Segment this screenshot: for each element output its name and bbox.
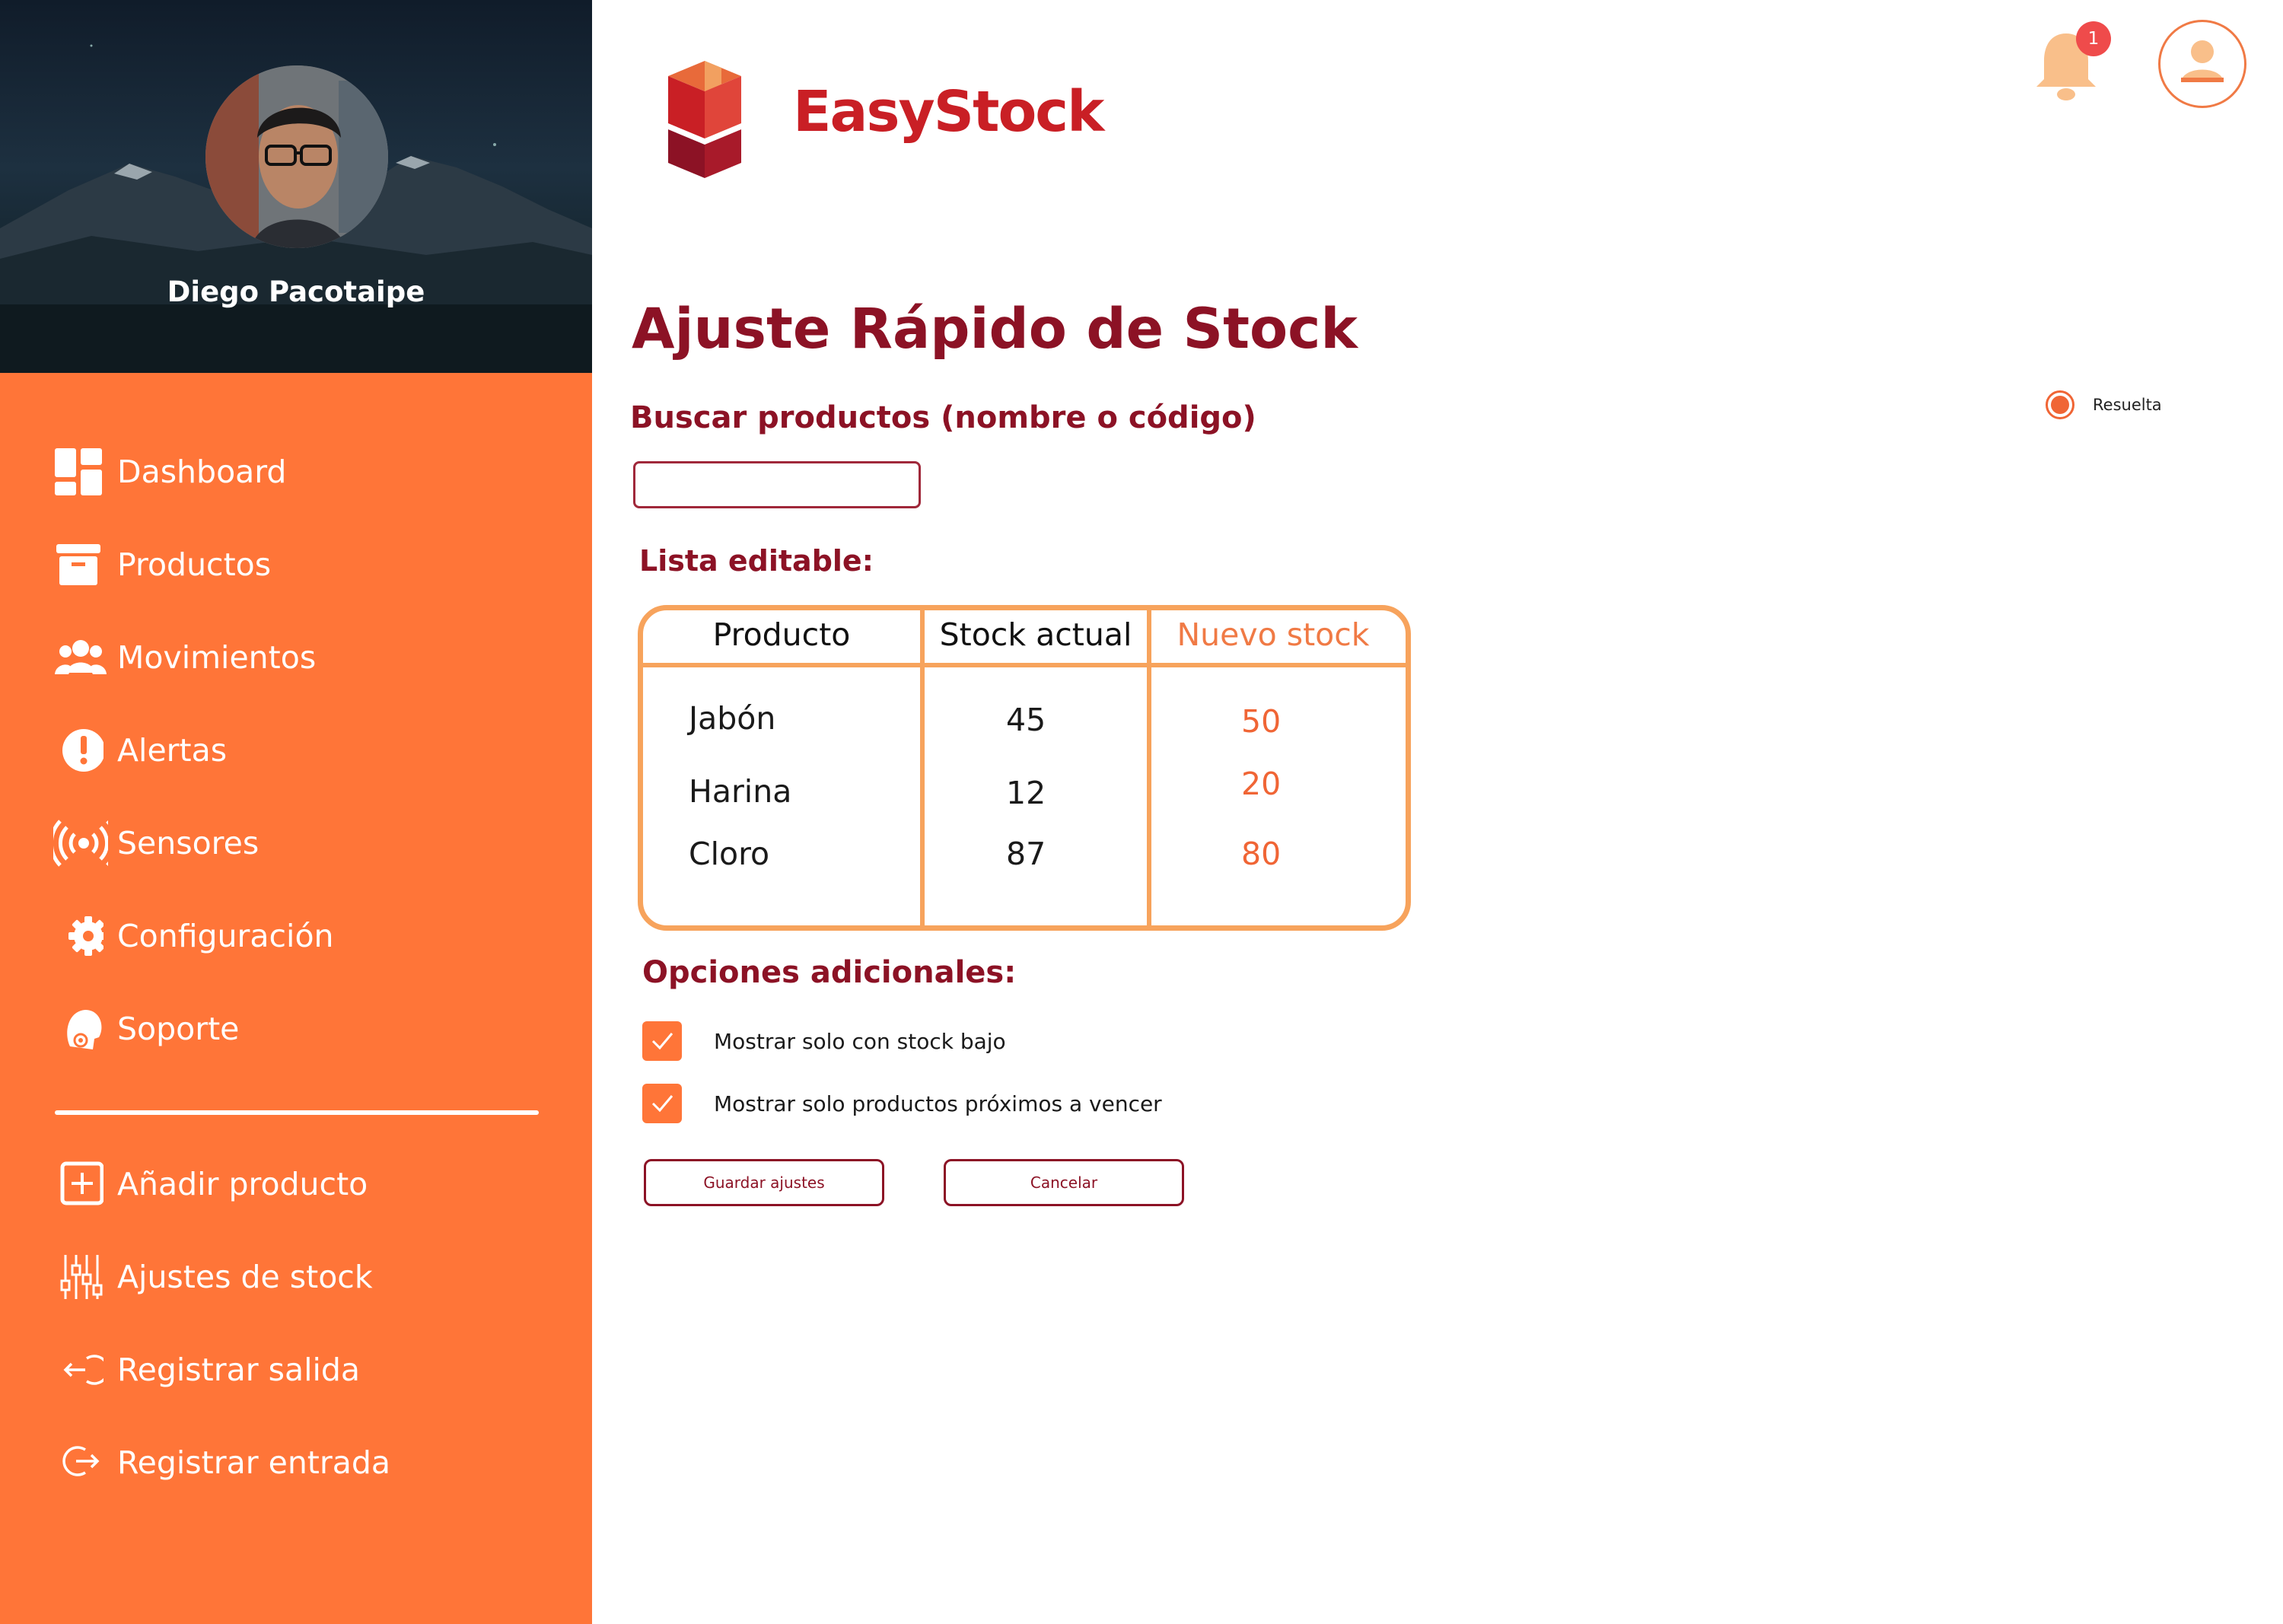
archive-box-icon xyxy=(53,537,108,592)
login-arrow-icon xyxy=(53,1435,108,1490)
table-divider xyxy=(643,663,1406,667)
sidebar-item-configuracion[interactable]: Configuración xyxy=(53,906,334,966)
sidebar-item-anadir-producto[interactable]: Añadir producto xyxy=(53,1154,368,1215)
sidebar-item-productos[interactable]: Productos xyxy=(53,534,271,595)
sidebar-item-label: Sensores xyxy=(117,825,260,861)
sidebar-item-soporte[interactable]: Soporte xyxy=(53,998,239,1059)
sensor-broadcast-icon xyxy=(53,816,108,871)
table-cell-product: Jabón xyxy=(689,700,776,737)
options-label: Opciones adicionales: xyxy=(642,955,1017,990)
add-square-icon xyxy=(53,1157,108,1212)
column-header-nuevo-stock: Nuevo stock xyxy=(1177,616,1370,653)
sidebar-item-label: Productos xyxy=(117,546,272,583)
table-cell-current: 87 xyxy=(1006,836,1046,872)
sidebar-item-label: Configuración xyxy=(117,918,334,954)
table-cell-new-stock[interactable]: 80 xyxy=(1241,836,1281,872)
profile-name: Diego Pacotaipe xyxy=(167,275,425,308)
sidebar-item-movimientos[interactable]: Movimientos xyxy=(53,627,316,688)
status-radio-resuelta[interactable]: Resuelta xyxy=(2046,390,2162,419)
checkbox-label: Mostrar solo con stock bajo xyxy=(714,1028,1006,1054)
table-divider xyxy=(920,610,925,925)
sidebar-item-label: Registrar salida xyxy=(117,1352,361,1388)
save-button[interactable]: Guardar ajustes xyxy=(644,1159,884,1206)
option-proximos-a-vencer[interactable]: Mostrar solo productos próximos a vencer xyxy=(642,1084,1162,1123)
table-cell-current: 12 xyxy=(1006,775,1046,811)
table-cell-new-stock[interactable]: 50 xyxy=(1241,703,1281,740)
sidebar-item-label: Alertas xyxy=(117,732,228,769)
sidebar-item-label: Soporte xyxy=(117,1011,240,1047)
sidebar: Diego Pacotaipe Dashboard Productos Movi… xyxy=(0,0,592,1624)
user-profile-button[interactable] xyxy=(2158,20,2246,108)
radio-label: Resuelta xyxy=(2093,396,2162,414)
user-icon xyxy=(2172,32,2233,96)
table-cell-product: Cloro xyxy=(689,836,770,872)
sidebar-item-label: Registrar entrada xyxy=(117,1444,391,1481)
sliders-icon xyxy=(53,1250,108,1304)
search-input[interactable] xyxy=(633,461,921,508)
list-label: Lista editable: xyxy=(639,544,874,578)
table-cell-current: 45 xyxy=(1006,702,1046,738)
table-cell-new-stock[interactable]: 20 xyxy=(1241,766,1281,802)
profile-header: Diego Pacotaipe xyxy=(0,0,592,373)
check-icon xyxy=(651,1095,673,1113)
avatar[interactable] xyxy=(205,65,388,248)
sidebar-item-label: Ajustes de stock xyxy=(117,1259,373,1295)
stock-table: Producto Stock actual Nuevo stock Jabón … xyxy=(638,605,1411,931)
dashboard-icon xyxy=(53,444,108,499)
sidebar-item-registrar-entrada[interactable]: Registrar entrada xyxy=(53,1432,390,1493)
column-header-producto: Producto xyxy=(712,616,851,653)
option-stock-bajo[interactable]: Mostrar solo con stock bajo xyxy=(642,1021,1006,1061)
gear-icon xyxy=(53,909,108,963)
sidebar-item-label: Dashboard xyxy=(117,454,287,490)
table-cell-product: Harina xyxy=(689,773,792,810)
sidebar-item-ajustes-de-stock[interactable]: Ajustes de stock xyxy=(53,1247,373,1307)
notification-badge: 1 xyxy=(2076,21,2111,56)
support-headset-icon xyxy=(53,1001,108,1056)
checkbox-label: Mostrar solo productos próximos a vencer xyxy=(714,1091,1162,1116)
easystock-logo-icon xyxy=(651,56,756,189)
search-label: Buscar productos (nombre o código) xyxy=(630,400,1256,435)
radio-button[interactable] xyxy=(2046,390,2074,419)
sidebar-item-sensores[interactable]: Sensores xyxy=(53,813,259,874)
sidebar-item-label: Añadir producto xyxy=(117,1166,368,1202)
column-header-stock-actual: Stock actual xyxy=(939,616,1132,653)
alert-icon xyxy=(53,723,108,778)
cancel-button[interactable]: Cancelar xyxy=(944,1159,1184,1206)
check-icon xyxy=(651,1033,673,1050)
page-title: Ajuste Rápido de Stock xyxy=(632,297,1358,361)
checkbox-checked[interactable] xyxy=(642,1084,682,1123)
checkbox-checked[interactable] xyxy=(642,1021,682,1061)
sidebar-item-registrar-salida[interactable]: Registrar salida xyxy=(53,1339,360,1400)
brand-name: EasyStock xyxy=(793,79,1104,145)
sidebar-divider xyxy=(55,1110,539,1115)
users-icon xyxy=(53,630,108,685)
sidebar-item-dashboard[interactable]: Dashboard xyxy=(53,441,286,502)
sidebar-item-alertas[interactable]: Alertas xyxy=(53,720,227,781)
logout-arrow-icon xyxy=(53,1342,108,1397)
sidebar-item-label: Movimientos xyxy=(117,639,317,676)
table-divider xyxy=(1147,610,1151,925)
